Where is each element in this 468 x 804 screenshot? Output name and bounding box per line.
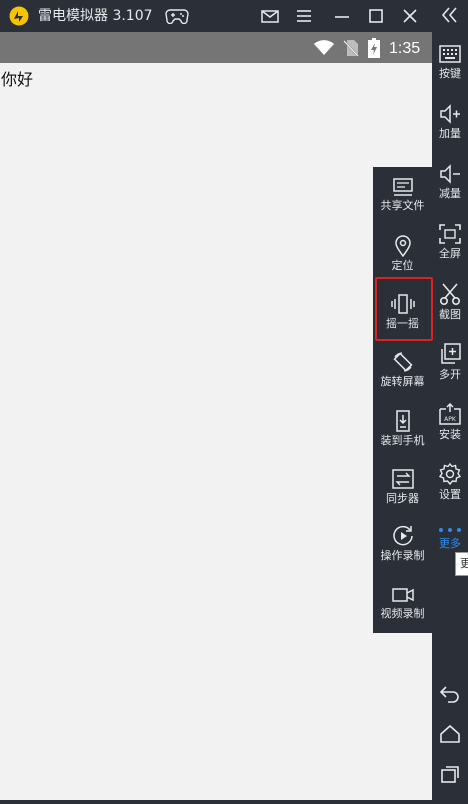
sidebar-item-label: 全屏 — [439, 247, 461, 260]
status-clock: 1:35 — [389, 40, 421, 57]
sidebar-item-label: 设置 — [439, 488, 461, 501]
sidebar-item-label: 截图 — [439, 308, 461, 321]
operation-record-icon — [392, 525, 413, 546]
mail-icon — [261, 10, 279, 23]
panel-item-label: 定位 — [391, 259, 414, 272]
nav-home-button[interactable] — [432, 724, 468, 744]
more-tooltip: 更 — [455, 552, 468, 576]
panel-item-label: 旋转屏幕 — [380, 375, 425, 388]
sidebar-item-label: 更多 — [439, 537, 461, 550]
menu-button[interactable] — [292, 4, 316, 28]
sidebar-item-keys[interactable]: 按键 — [432, 44, 468, 80]
panel-item-label: 操作录制 — [380, 549, 425, 562]
sidebar-item-label: 加量 — [439, 127, 461, 140]
multi-open-icon — [441, 343, 461, 364]
maximize-icon — [369, 9, 383, 23]
panel-item-rotate-screen[interactable]: 旋转屏幕 — [373, 351, 432, 388]
android-status-bar: 1:35 — [0, 32, 432, 63]
rotate-screen-icon — [392, 352, 413, 372]
sync-icon — [391, 469, 414, 489]
sidebar-item-fullscreen[interactable]: 全屏 — [432, 224, 468, 260]
sidebar-item-label: 减量 — [439, 187, 461, 200]
volume-down-icon — [440, 164, 460, 184]
panel-item-location[interactable]: 定位 — [373, 235, 432, 272]
sidebar-item-multi-open[interactable]: 多开 — [432, 343, 468, 381]
volume-up-icon — [440, 104, 460, 124]
menu-icon — [297, 10, 311, 22]
more-panel: 共享文件 定位 摇一摇 旋转屏幕 装到手机 同步器 操作录制 视频录制 — [373, 167, 432, 633]
apk-install-icon: APK — [439, 403, 461, 425]
panel-item-share-file[interactable]: 共享文件 — [373, 177, 432, 212]
fullscreen-icon — [439, 224, 461, 244]
android-screen[interactable]: 你好 — [0, 63, 432, 801]
scissors-icon — [440, 283, 460, 305]
back-icon — [439, 686, 459, 703]
sidebar-item-volume-down[interactable]: 减量 — [432, 164, 468, 200]
collapse-sidebar-button[interactable] — [432, 6, 468, 24]
keyboard-icon — [439, 45, 461, 63]
share-file-icon — [392, 178, 413, 196]
bottom-border — [0, 800, 432, 804]
panel-item-label: 装到手机 — [380, 434, 425, 447]
more-dots-icon — [439, 528, 461, 532]
panel-item-sync[interactable]: 同步器 — [373, 468, 432, 505]
minimize-icon — [335, 16, 349, 18]
nav-recents-button[interactable] — [432, 764, 468, 784]
video-record-icon — [391, 588, 414, 602]
mail-button[interactable] — [258, 4, 282, 28]
panel-item-label: 同步器 — [386, 492, 419, 505]
sidebar-item-label: 安装 — [439, 428, 461, 441]
title-bar: 雷电模拟器 3.107 — [0, 0, 432, 32]
sidebar-item-install[interactable]: APK 安装 — [432, 403, 468, 441]
battery-charging-icon — [368, 38, 380, 58]
panel-item-video-record[interactable]: 视频录制 — [373, 585, 432, 620]
panel-item-install-to-phone[interactable]: 装到手机 — [373, 410, 432, 447]
sidebar-item-volume-up[interactable]: 加量 — [432, 104, 468, 140]
sidebar-item-label: 按键 — [439, 67, 461, 80]
location-pin-icon — [394, 235, 411, 257]
shake-highlight-box — [375, 277, 433, 341]
maximize-button[interactable] — [364, 4, 388, 28]
close-icon — [403, 9, 417, 23]
home-icon — [440, 724, 460, 743]
app-title: 雷电模拟器 3.107 — [38, 8, 153, 24]
sidebar-item-label: 多开 — [439, 368, 461, 381]
minimize-button[interactable] — [330, 4, 354, 28]
sidebar-item-settings[interactable]: 设置 — [432, 463, 468, 501]
panel-item-operation-record[interactable]: 操作录制 — [373, 525, 432, 562]
right-sidebar: 按键 加量 减量 全屏 截图 多开 APK 安装 设置 更多 — [432, 0, 468, 804]
recents-icon — [441, 766, 459, 783]
screen-text: 你好 — [1, 70, 34, 89]
wifi-icon — [314, 40, 334, 55]
nav-back-button[interactable] — [432, 684, 468, 704]
gear-icon — [439, 463, 461, 485]
gamepad-icon[interactable] — [165, 8, 189, 24]
no-sim-icon — [343, 40, 359, 57]
svg-text:APK: APK — [444, 416, 457, 423]
install-to-phone-icon — [395, 410, 410, 432]
sidebar-item-screenshot[interactable]: 截图 — [432, 283, 468, 321]
sidebar-item-more[interactable]: 更多 — [432, 526, 468, 550]
logo-icon — [9, 6, 29, 26]
panel-item-label: 视频录制 — [380, 607, 425, 620]
panel-item-label: 共享文件 — [380, 199, 425, 212]
double-chevron-left-icon — [441, 7, 457, 23]
close-button[interactable] — [398, 4, 422, 28]
